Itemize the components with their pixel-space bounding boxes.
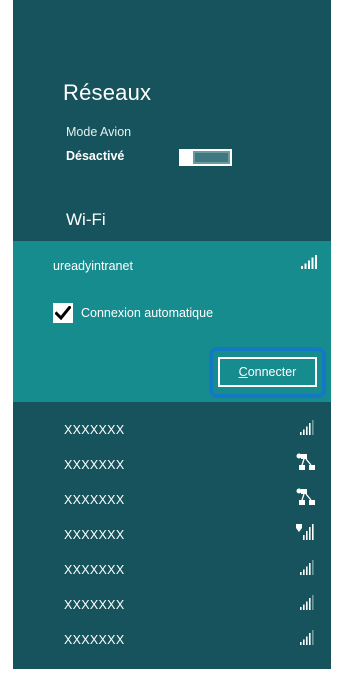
wifi-signal-icon [294,592,316,614]
network-name: XXXXXXX [64,493,125,507]
network-list-item[interactable]: XXXXXXX [13,412,331,447]
wifi-signal-icon [294,557,316,579]
connect-label: onnecter [247,365,297,379]
checkmark-icon [55,306,71,320]
network-list: XXXXXXX XXXXXXX XXXXXXX XXXXXXX XXXXXXX XXXXX… [13,412,331,657]
wifi-section-heading: Wi-Fi [66,210,106,229]
auto-connect-checkbox[interactable] [53,303,73,323]
selected-network[interactable]: ureadyintranet Connexion automatique Con… [13,241,331,402]
toggle-thumb [181,151,193,164]
auto-connect-label: Connexion automatique [81,306,214,320]
secured-wifi-signal-icon [294,522,316,544]
ad-hoc-network-icon [294,452,316,474]
ad-hoc-network-icon [294,487,316,509]
network-list-item[interactable]: XXXXXXX [13,517,331,552]
connect-focus-ring: Connecter [209,347,326,398]
networks-panel: Réseaux Mode Avion Désactivé Wi-Fi uread… [13,0,331,669]
network-name: XXXXXXX [64,633,125,647]
wifi-signal-icon [294,417,316,439]
connect-button[interactable]: Connecter [218,357,317,387]
network-name: XXXXXXX [64,528,125,542]
network-name: XXXXXXX [64,458,125,472]
network-list-item[interactable]: XXXXXXX [13,482,331,517]
airplane-mode-label: Mode Avion [66,125,132,139]
network-name: XXXXXXX [64,563,125,577]
panel-title: Réseaux [63,80,152,105]
selected-network-name: ureadyintranet [53,259,133,273]
network-list-item[interactable]: XXXXXXX [13,622,331,657]
airplane-mode-state: Désactivé [66,149,125,163]
network-list-item[interactable]: XXXXXXX [13,447,331,482]
network-list-item[interactable]: XXXXXXX [13,587,331,622]
wifi-signal-icon [294,627,316,649]
connect-hotkey: C [238,365,248,379]
network-list-item[interactable]: XXXXXXX [13,552,331,587]
auto-connect-option[interactable]: Connexion automatique [53,303,213,323]
network-name: XXXXXXX [64,598,125,612]
network-name: XXXXXXX [64,423,125,437]
airplane-mode-toggle[interactable] [179,149,232,166]
wifi-signal-full-icon [301,255,317,274]
toggle-track [195,153,228,162]
